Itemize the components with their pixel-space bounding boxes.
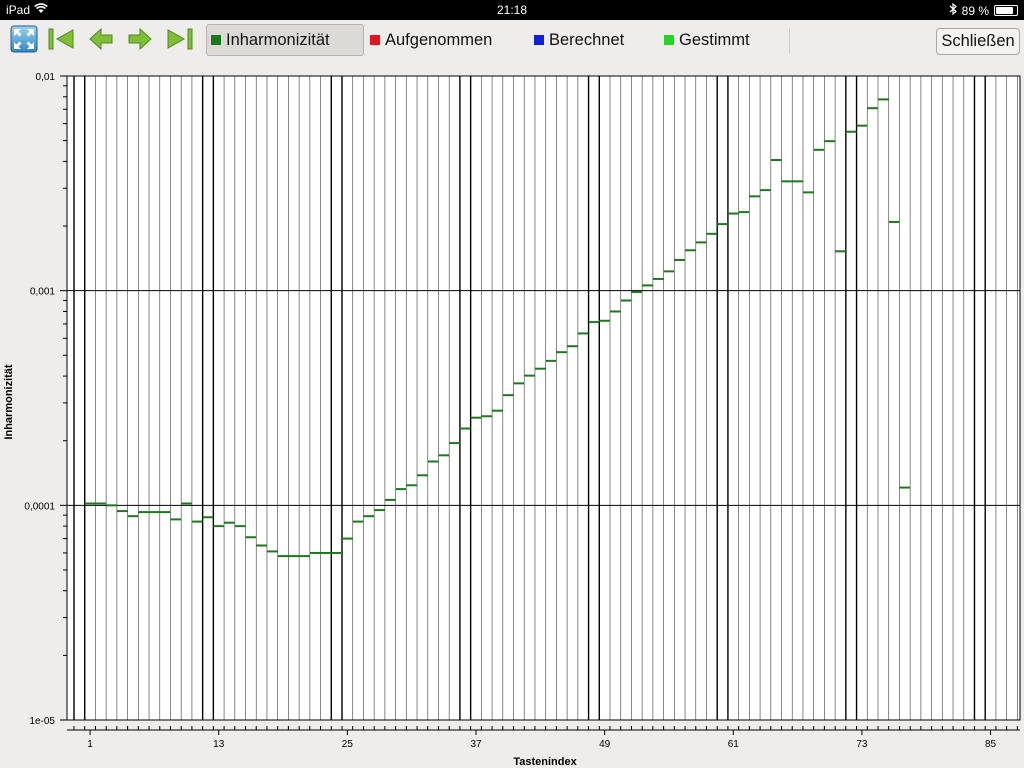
y-tick-label: 0,0001: [24, 501, 55, 512]
skip-last-icon: [166, 26, 194, 57]
x-tick-label: 13: [213, 739, 225, 750]
legend-aufgenommen[interactable]: Aufgenommen: [370, 24, 492, 56]
y-tick-label: 0,001: [30, 287, 55, 298]
chart-grid: [66, 75, 1021, 721]
bluetooth-icon: [949, 2, 957, 18]
skip-first-icon: [47, 26, 75, 57]
x-tick-label: 49: [599, 739, 611, 750]
fullscreen-button[interactable]: [9, 25, 39, 58]
toolbar: Inharmonizität Aufgenommen Berechnet Ges…: [0, 20, 1024, 66]
legend-swatch: [534, 35, 544, 45]
legend-inharmonizitaet[interactable]: Inharmonizität: [206, 24, 364, 56]
legend-swatch: [211, 35, 221, 45]
legend-gestimmt[interactable]: Gestimmt: [664, 24, 750, 56]
close-button[interactable]: Schließen: [936, 28, 1020, 55]
x-tick-label: 25: [342, 739, 354, 750]
inharmonicity-chart: 1e-05 0,0001 0,001 0,01 1 13 25 37 49 61 73 85 Taste…: [3, 72, 1021, 768]
battery-icon: [994, 5, 1018, 16]
y-tick-label: 1e-05: [29, 716, 55, 727]
legend-swatch: [664, 35, 674, 45]
x-tick-label: 73: [856, 739, 868, 750]
plot-area: [66, 75, 1021, 721]
last-button[interactable]: [165, 26, 195, 56]
clock: 21:18: [496, 3, 528, 17]
y-axis-title: Inharmonizität: [3, 364, 15, 440]
arrow-right-icon: [127, 26, 153, 57]
y-tick-label: 0,01: [36, 72, 56, 83]
x-tick-label: 85: [985, 739, 997, 750]
expand-icon: [10, 25, 38, 58]
next-button[interactable]: [125, 26, 155, 56]
status-bar: iPad 21:18 89 %: [0, 0, 1024, 20]
legend-swatch: [370, 35, 380, 45]
legend-label: Aufgenommen: [385, 30, 493, 49]
arrow-left-icon: [88, 26, 114, 57]
x-tick-label: 37: [470, 739, 482, 750]
legend-label: Berechnet: [549, 30, 625, 49]
legend-label: Gestimmt: [679, 30, 750, 49]
x-tick-label: 61: [728, 739, 740, 750]
first-button[interactable]: [46, 26, 76, 56]
legend-berechnet[interactable]: Berechnet: [534, 24, 624, 56]
legend-label: Inharmonizität: [226, 30, 330, 49]
battery-percent: 89 %: [961, 3, 989, 18]
x-axis-title: Tastenindex: [513, 756, 577, 768]
x-tick-label: 1: [87, 739, 93, 750]
toolbar-divider: [789, 28, 790, 54]
previous-button[interactable]: [86, 26, 116, 56]
